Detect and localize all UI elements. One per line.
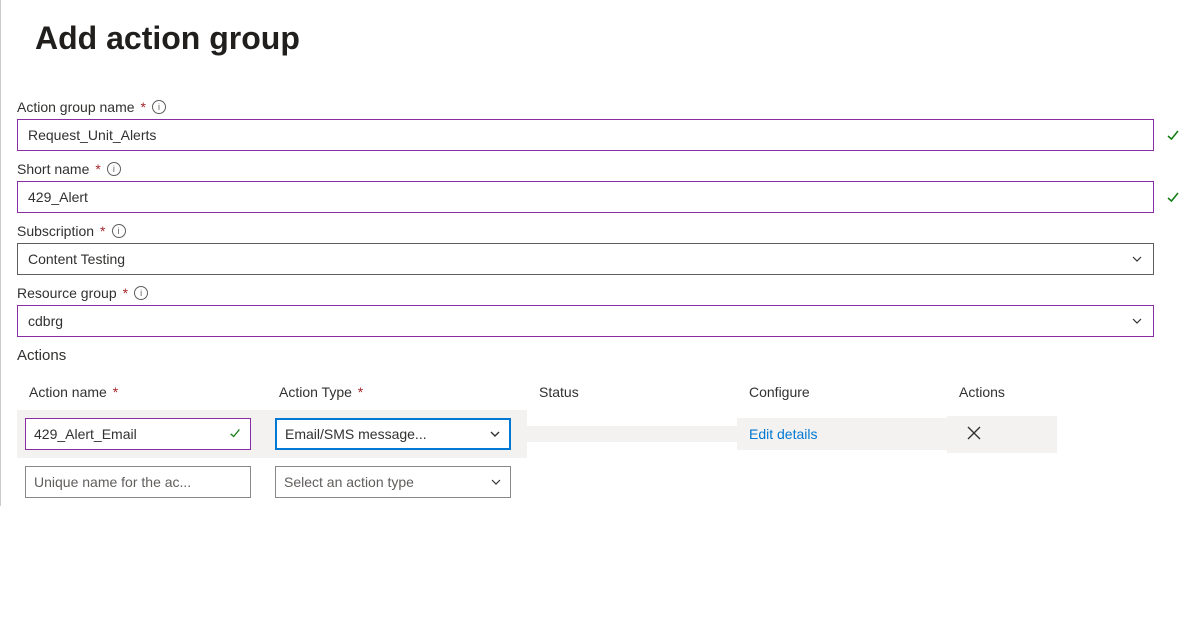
info-icon[interactable]: i [112,224,126,238]
valid-check-icon [1162,127,1184,143]
required-star: * [358,384,363,400]
col-header-status: Status [527,374,737,410]
valid-check-icon [228,426,242,443]
action-type-select[interactable]: Email/SMS message... [275,418,511,450]
actions-table-header: Action name * Action Type * Status Confi… [17,374,1184,410]
label-text: Subscription [17,223,94,239]
col-header-name: Action name * [17,374,267,410]
action-name-input[interactable]: 429_Alert_Email [25,418,251,450]
select-value: Content Testing [28,251,125,267]
label-text: Action Type [279,384,352,400]
action-group-name-input[interactable] [17,119,1154,151]
delete-action-button[interactable] [965,424,983,445]
input-value: 429_Alert_Email [34,426,137,442]
chevron-down-icon [490,476,502,488]
short-name-input[interactable] [17,181,1154,213]
select-value: Email/SMS message... [285,426,427,442]
actions-heading: Actions [17,347,1184,364]
label-action-group-name: Action group name * i [17,99,1184,115]
edit-details-link[interactable]: Edit details [745,426,817,442]
status-cell [527,474,737,490]
resource-group-select[interactable]: cdbrg [17,305,1154,337]
label-resource-group: Resource group * i [17,285,1184,301]
table-row: 429_Alert_Email Email/SMS message... Edi… [17,410,1184,458]
select-value: cdbrg [28,313,63,329]
label-text: Resource group [17,285,117,301]
label-text: Action name [29,384,107,400]
field-action-group-name: Action group name * i [17,99,1184,151]
table-row: Unique name for the ac... Select an acti… [17,458,1184,506]
col-header-configure: Configure [737,374,947,410]
chevron-down-icon [1131,253,1143,265]
required-star: * [95,161,100,177]
required-star: * [141,99,146,115]
label-text: Short name [17,161,89,177]
required-star: * [113,384,118,400]
label-subscription: Subscription * i [17,223,1184,239]
info-icon[interactable]: i [152,100,166,114]
info-icon[interactable]: i [107,162,121,176]
status-cell [527,426,737,442]
info-icon[interactable]: i [134,286,148,300]
required-star: * [123,285,128,301]
subscription-select[interactable]: Content Testing [17,243,1154,275]
valid-check-icon [1162,189,1184,205]
placeholder-text: Select an action type [284,474,414,490]
chevron-down-icon [489,428,501,440]
label-text: Action group name [17,99,135,115]
field-subscription: Subscription * i Content Testing [17,223,1184,275]
action-name-input-empty[interactable]: Unique name for the ac... [25,466,251,498]
configure-cell [737,474,947,490]
chevron-down-icon [1131,315,1143,327]
col-header-type: Action Type * [267,374,527,410]
actions-cell [947,474,1057,490]
field-resource-group: Resource group * i cdbrg [17,285,1184,337]
placeholder-text: Unique name for the ac... [34,474,191,490]
required-star: * [100,223,105,239]
col-header-actions: Actions [947,374,1057,410]
page-title: Add action group [35,20,1184,57]
field-short-name: Short name * i [17,161,1184,213]
label-short-name: Short name * i [17,161,1184,177]
action-type-select-empty[interactable]: Select an action type [275,466,511,498]
